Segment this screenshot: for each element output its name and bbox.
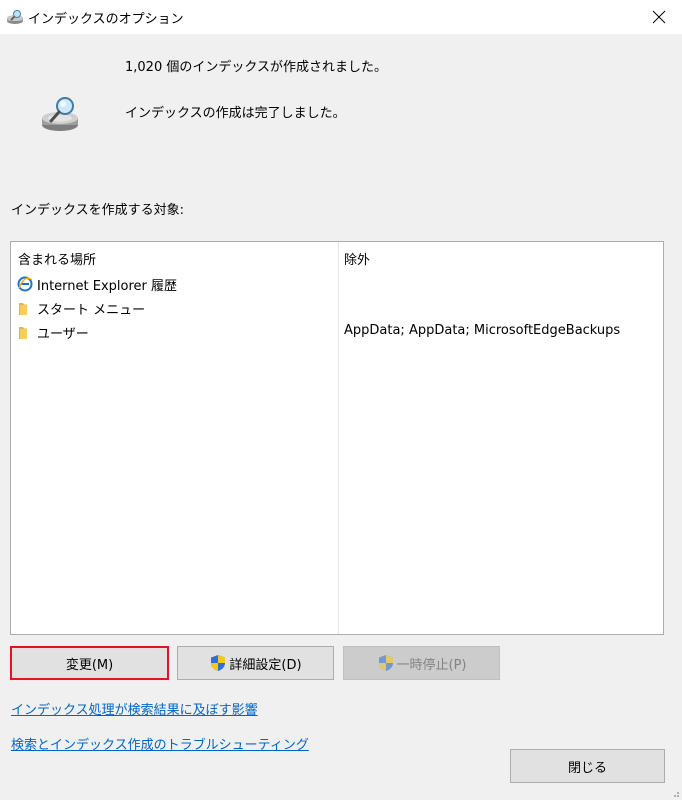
modify-button[interactable]: 変更(M) — [10, 646, 169, 680]
indexing-status-icon — [42, 97, 78, 131]
indexing-options-icon — [7, 10, 23, 24]
uac-shield-icon — [378, 655, 393, 671]
close-window-button[interactable] — [636, 0, 682, 34]
title-bar: インデックスのオプション — [0, 0, 682, 34]
advanced-button-label: 詳細設定(D) — [229, 657, 302, 673]
close-icon — [652, 10, 666, 24]
list-item-internet-explorer[interactable]: Internet Explorer 履歴 — [11, 273, 663, 295]
pause-button-label: 一時停止(P) — [396, 657, 467, 673]
location-label: ユーザー — [37, 327, 89, 342]
excluded-header: 除外 — [344, 253, 371, 268]
pause-button[interactable]: 一時停止(P) — [343, 646, 500, 680]
folder-icon — [19, 303, 27, 315]
close-button-label: 閉じる — [567, 760, 607, 776]
close-button[interactable]: 閉じる — [510, 749, 665, 783]
indexed-locations-list[interactable]: 含まれる場所 除外 Internet Explorer 履歴 スタート メニュー… — [10, 241, 664, 635]
indexed-locations-label: インデックスを作成する対象: — [11, 203, 184, 218]
resize-grip-icon[interactable] — [670, 788, 680, 798]
location-label: Internet Explorer 履歴 — [37, 279, 178, 294]
items-indexed-text: 1,020 個のインデックスが作成されました。 — [125, 60, 387, 75]
modify-button-label: 変更(M) — [65, 657, 114, 673]
location-label: スタート メニュー — [37, 303, 146, 318]
uac-shield-icon — [211, 655, 226, 671]
included-locations-header: 含まれる場所 — [18, 253, 97, 268]
troubleshoot-search-indexing-link[interactable]: 検索とインデックス作成のトラブルシューティング — [11, 734, 309, 753]
list-item-users[interactable]: ユーザー AppData; AppData; MicrosoftEdgeBack… — [11, 321, 663, 343]
list-item-start-menu[interactable]: スタート メニュー — [11, 297, 663, 319]
index-state-text: インデックスの作成は完了しました。 — [125, 106, 346, 121]
advanced-button[interactable]: 詳細設定(D) — [177, 646, 334, 680]
folder-icon — [19, 327, 27, 339]
ie-icon — [17, 276, 33, 292]
window-title: インデックスのオプション — [28, 12, 184, 27]
excluded-value: AppData; AppData; MicrosoftEdgeBackups — [344, 323, 621, 338]
indexing-affects-search-link[interactable]: インデックス処理が検索結果に及ぼす影響 — [11, 699, 258, 718]
